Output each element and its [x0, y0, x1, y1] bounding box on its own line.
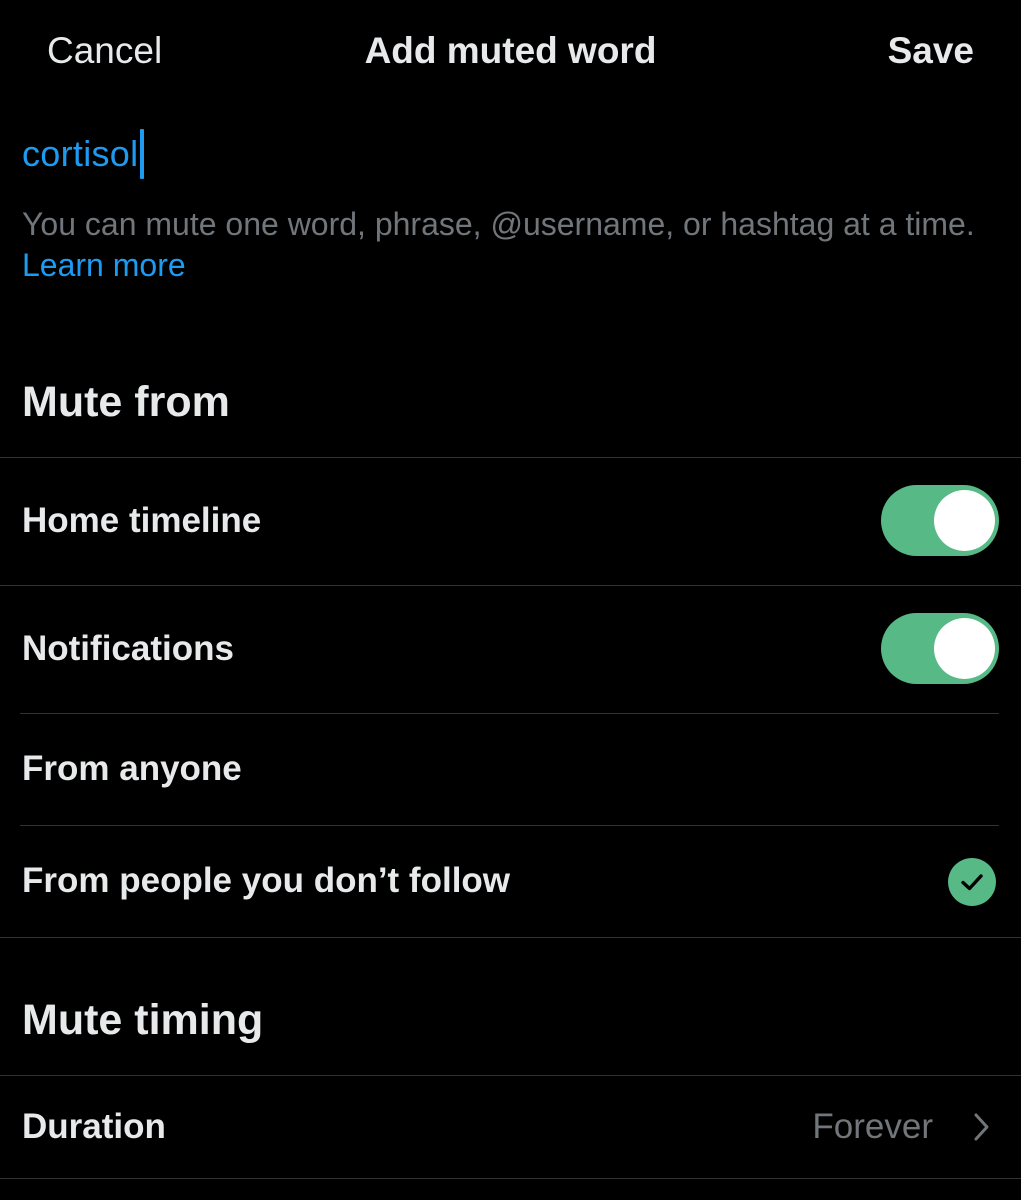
- divider: [0, 1178, 1021, 1179]
- notifications-toggle[interactable]: [881, 613, 999, 684]
- from-anyone-label: From anyone: [22, 749, 242, 788]
- text-caret: [140, 129, 145, 179]
- helper-description: You can mute one word, phrase, @username…: [22, 206, 975, 242]
- home-timeline-label: Home timeline: [22, 501, 262, 540]
- top-bar: Cancel Add muted word Save: [0, 0, 1021, 105]
- divider: [0, 457, 1021, 458]
- divider: [0, 937, 1021, 938]
- duration-label: Duration: [22, 1107, 166, 1146]
- mute-from-heading: Mute from: [22, 378, 230, 426]
- duration-value: Forever: [812, 1107, 933, 1146]
- divider: [20, 825, 999, 826]
- page-title: Add muted word: [364, 30, 657, 71]
- toggle-knob: [934, 618, 995, 679]
- notifications-label: Notifications: [22, 629, 234, 668]
- learn-more-link[interactable]: Learn more: [22, 247, 186, 283]
- mute-timing-heading: Mute timing: [22, 996, 264, 1044]
- save-button[interactable]: Save: [888, 30, 974, 72]
- from-not-followed-label: From people you don’t follow: [22, 861, 511, 900]
- divider: [0, 585, 1021, 586]
- toggle-knob: [934, 490, 995, 551]
- muted-word-input[interactable]: cortisol: [22, 128, 145, 180]
- muted-word-value: cortisol: [22, 133, 139, 174]
- chevron-right-icon: [968, 1112, 994, 1142]
- helper-text: You can mute one word, phrase, @username…: [22, 204, 982, 286]
- checkmark-icon: [948, 858, 996, 906]
- divider: [0, 1075, 1021, 1076]
- divider: [20, 713, 999, 714]
- home-timeline-toggle[interactable]: [881, 485, 999, 556]
